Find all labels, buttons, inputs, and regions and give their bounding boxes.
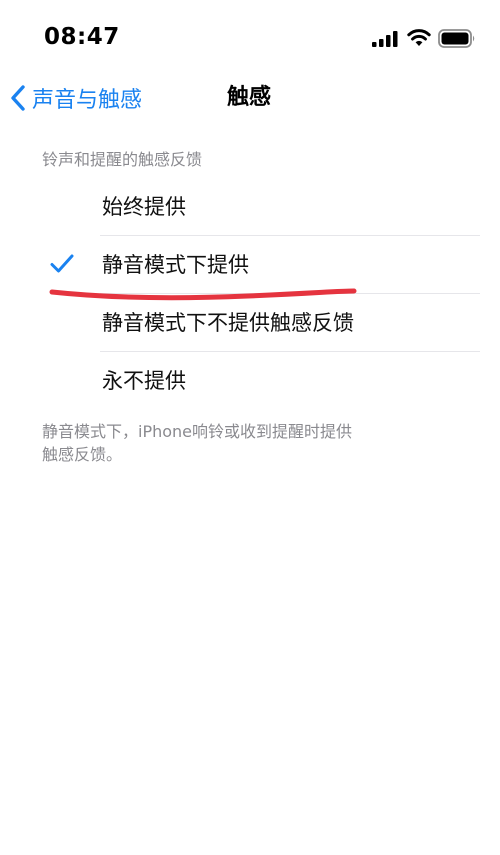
red-underline-annotation (49, 288, 357, 301)
back-button[interactable]: 声音与触感 (10, 78, 142, 118)
option-label: 始终提供 (102, 195, 186, 219)
footer-line-1: 静音模式下，iPhone响铃或收到提醒时提供 (42, 422, 353, 441)
footer-line-2: 触感反馈。 (42, 445, 123, 464)
option-always[interactable]: 始终提供 (0, 178, 500, 236)
option-never[interactable]: 永不提供 (0, 352, 500, 410)
navigation-bar: 声音与触感 触感 (0, 78, 500, 118)
signal-icon (372, 31, 398, 47)
status-bar: 08:47 (0, 0, 500, 78)
section-header: 铃声和提醒的触感反馈 (42, 150, 203, 169)
section-footer-note: 静音模式下，iPhone响铃或收到提醒时提供 触感反馈。 (42, 420, 402, 466)
checkmark-icon (50, 254, 74, 273)
page-title-text: 触感 (226, 85, 271, 110)
chevron-left-icon (11, 85, 25, 111)
back-button-label: 声音与触感 (32, 88, 143, 113)
option-label: 永不提供 (102, 369, 186, 393)
settings-screen: 08:47 声音与触感 触感 铃声和提醒的触感反馈 始终提供 静音模式下提供 静… (0, 0, 500, 855)
wifi-icon (407, 29, 431, 46)
battery-icon (438, 29, 475, 48)
status-time: 08:47 (44, 24, 120, 50)
